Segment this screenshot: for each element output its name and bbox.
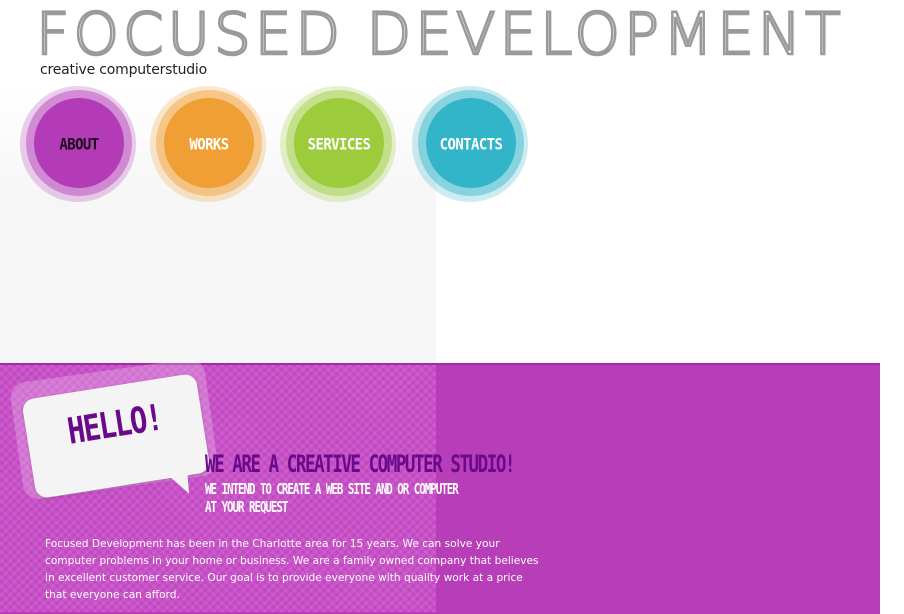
hero-subhead-line: AT YOUR REQUEST — [205, 498, 288, 516]
nav-about-label: ABOUT — [59, 135, 99, 155]
nav-contacts-label: CONTACTS — [439, 135, 503, 155]
nav-about[interactable]: ABOUT — [20, 86, 140, 206]
hero-headline: WE ARE A CREATIVE COMPUTER STUDIO! — [205, 450, 515, 478]
logo-subtitle: creative computerstudio — [40, 62, 207, 78]
nav-works-label: WORKS — [189, 135, 229, 155]
speech-bubble: HELLO! — [8, 356, 222, 506]
hero-body-line: Focused Development has been in the Char… — [45, 538, 500, 550]
hero-body-line: that everyone can afford. — [45, 589, 180, 601]
hero-body-line: computer problems in your home or busine… — [45, 555, 539, 567]
nav-services[interactable]: SERVICES — [280, 86, 400, 206]
nav-contacts[interactable]: CONTACTS — [412, 86, 532, 206]
hero-body: Focused Development has been in the Char… — [45, 536, 539, 604]
hero-subhead-line: WE INTEND TO CREATE A WEB SITE AND OR CO… — [205, 480, 459, 498]
hero-body-line: in excellent customer service. Our goal … — [45, 572, 523, 584]
hero-subhead: WE INTEND TO CREATE A WEB SITE AND OR CO… — [205, 480, 459, 516]
nav-services-label: SERVICES — [307, 135, 371, 155]
nav-works[interactable]: WORKS — [150, 86, 270, 206]
logo-title: FOCUSED DEVELOPMENT — [35, 0, 845, 68]
